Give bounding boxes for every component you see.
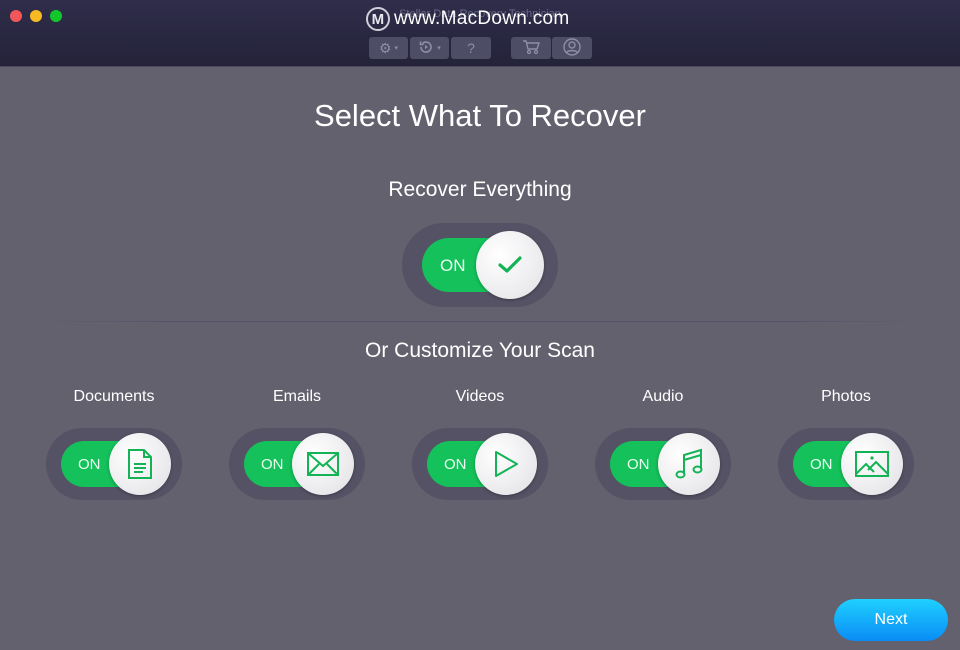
toggle-state-label: ON xyxy=(78,456,101,473)
toggle-knob[interactable] xyxy=(475,433,537,495)
videos-toggle[interactable]: ON xyxy=(412,428,548,500)
category-photos: Photos ON xyxy=(778,388,914,500)
category-label: Photos xyxy=(821,388,871,405)
settings-button[interactable]: ⚙ ▾ xyxy=(369,37,408,59)
page-title: Select What To Recover xyxy=(314,98,646,133)
category-label: Audio xyxy=(642,388,684,405)
next-button[interactable]: Next xyxy=(834,599,948,641)
toggle-knob[interactable] xyxy=(292,433,354,495)
email-icon xyxy=(307,452,339,476)
toggle-state-label: ON xyxy=(627,456,650,473)
category-audio: Audio ON xyxy=(595,388,731,500)
recover-everything-toggle[interactable]: ON xyxy=(402,223,558,307)
resume-recovery-button[interactable]: ▾ xyxy=(410,37,449,59)
audio-toggle[interactable]: ON xyxy=(595,428,731,500)
category-videos: Videos ON xyxy=(412,388,548,500)
account-button[interactable] xyxy=(552,37,592,59)
category-documents: Documents ON xyxy=(46,388,182,500)
title-bar: Stellar Data Recovery Technician M www.M… xyxy=(0,0,960,67)
help-icon: ? xyxy=(467,40,475,56)
watermark-text: www.MacDown.com xyxy=(394,8,570,29)
checkmark-icon xyxy=(498,256,522,273)
category-label: Videos xyxy=(455,388,505,405)
category-label: Emails xyxy=(272,388,321,405)
chevron-down-icon: ▾ xyxy=(437,45,441,52)
cart-icon xyxy=(522,39,540,58)
toolbar: ⚙ ▾ ▾ ? xyxy=(0,37,960,59)
category-emails: Emails ON xyxy=(229,388,365,500)
recover-everything-label: Recover Everything xyxy=(388,178,572,201)
photo-icon xyxy=(855,451,889,477)
documents-toggle[interactable]: ON xyxy=(46,428,182,500)
video-play-icon xyxy=(495,451,518,477)
toggle-state-label: ON xyxy=(810,456,833,473)
watermark-logo-icon: M xyxy=(366,7,390,31)
toggle-state-label: ON xyxy=(444,456,467,473)
music-note-icon xyxy=(675,448,703,479)
toggle-knob[interactable] xyxy=(476,231,544,299)
category-label: Documents xyxy=(73,388,155,405)
cart-button[interactable] xyxy=(511,37,551,59)
chevron-down-icon: ▾ xyxy=(394,45,399,52)
toggle-state-label: ON xyxy=(261,456,284,473)
gear-icon: ⚙ xyxy=(378,39,392,56)
emails-toggle[interactable]: ON xyxy=(229,428,365,500)
toggle-state-label: ON xyxy=(440,256,466,275)
help-button[interactable]: ? xyxy=(451,37,491,59)
history-icon xyxy=(418,39,434,58)
toggle-knob[interactable] xyxy=(841,433,903,495)
section-divider xyxy=(40,321,920,322)
watermark: M www.MacDown.com xyxy=(366,4,570,34)
customize-scan-label: Or Customize Your Scan xyxy=(365,339,595,362)
user-icon xyxy=(563,37,581,59)
toggle-knob[interactable] xyxy=(109,433,171,495)
photos-toggle[interactable]: ON xyxy=(778,428,914,500)
toggle-knob[interactable] xyxy=(658,433,720,495)
document-icon xyxy=(128,449,152,479)
